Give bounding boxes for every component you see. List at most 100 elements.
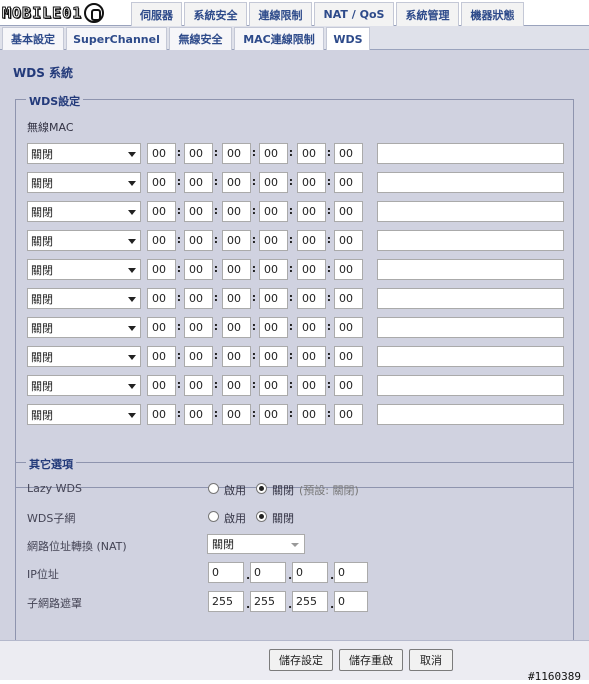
- mac-octet-1[interactable]: 00: [147, 143, 176, 164]
- mac-octet-5[interactable]: 00: [297, 375, 326, 396]
- tab-nat-qos[interactable]: NAT / QoS: [314, 2, 394, 26]
- mac-octet-4[interactable]: 00: [259, 230, 288, 251]
- mac-octet-2[interactable]: 00: [184, 172, 213, 193]
- wds-subnet-enable-radio[interactable]: [208, 511, 219, 522]
- subtab-superchannel[interactable]: SuperChannel: [66, 27, 167, 50]
- tab-server[interactable]: 伺服器: [131, 2, 182, 26]
- wds-description-input[interactable]: [377, 346, 564, 367]
- mac-octet-4[interactable]: 00: [259, 317, 288, 338]
- mac-octet-6[interactable]: 00: [334, 346, 363, 367]
- mac-octet-5[interactable]: 00: [297, 201, 326, 222]
- lazy-wds-enable-radio[interactable]: [208, 483, 219, 494]
- mac-octet-6[interactable]: 00: [334, 404, 363, 425]
- wds-mode-select[interactable]: 關閉: [27, 317, 141, 338]
- mask-octet-2[interactable]: 255: [250, 591, 286, 612]
- wds-mode-select[interactable]: 關閉: [27, 143, 141, 164]
- mask-octet-3[interactable]: 255: [292, 591, 328, 612]
- mac-octet-3[interactable]: 00: [222, 201, 251, 222]
- mac-octet-3[interactable]: 00: [222, 317, 251, 338]
- mac-octet-1[interactable]: 00: [147, 230, 176, 251]
- wds-mode-select[interactable]: 關閉: [27, 172, 141, 193]
- wds-description-input[interactable]: [377, 259, 564, 280]
- ip-octet-4[interactable]: 0: [334, 562, 368, 583]
- mac-octet-5[interactable]: 00: [297, 346, 326, 367]
- lazy-wds-disable-radio[interactable]: [256, 483, 267, 494]
- mac-octet-3[interactable]: 00: [222, 288, 251, 309]
- mac-octet-2[interactable]: 00: [184, 259, 213, 280]
- mac-octet-1[interactable]: 00: [147, 375, 176, 396]
- mac-octet-5[interactable]: 00: [297, 317, 326, 338]
- mac-octet-6[interactable]: 00: [334, 172, 363, 193]
- mac-octet-1[interactable]: 00: [147, 172, 176, 193]
- wds-description-input[interactable]: [377, 404, 564, 425]
- mac-octet-2[interactable]: 00: [184, 143, 213, 164]
- subtab-wireless-security[interactable]: 無線安全: [169, 27, 232, 50]
- mac-octet-3[interactable]: 00: [222, 375, 251, 396]
- mac-octet-4[interactable]: 00: [259, 143, 288, 164]
- mac-octet-3[interactable]: 00: [222, 172, 251, 193]
- wds-description-input[interactable]: [377, 375, 564, 396]
- mac-octet-2[interactable]: 00: [184, 317, 213, 338]
- mask-octet-1[interactable]: 255: [208, 591, 244, 612]
- save-button[interactable]: 儲存設定: [269, 649, 333, 671]
- save-restart-button[interactable]: 儲存重啟: [339, 649, 403, 671]
- mac-octet-4[interactable]: 00: [259, 259, 288, 280]
- mac-octet-2[interactable]: 00: [184, 288, 213, 309]
- wds-mode-select[interactable]: 關閉: [27, 404, 141, 425]
- mac-octet-6[interactable]: 00: [334, 230, 363, 251]
- mac-octet-6[interactable]: 00: [334, 288, 363, 309]
- mac-octet-5[interactable]: 00: [297, 259, 326, 280]
- wds-mode-select[interactable]: 關閉: [27, 288, 141, 309]
- mac-octet-1[interactable]: 00: [147, 346, 176, 367]
- tab-system-admin[interactable]: 系統管理: [396, 2, 459, 26]
- wds-description-input[interactable]: [377, 201, 564, 222]
- mac-octet-3[interactable]: 00: [222, 259, 251, 280]
- mac-octet-4[interactable]: 00: [259, 404, 288, 425]
- mac-octet-6[interactable]: 00: [334, 317, 363, 338]
- mac-octet-1[interactable]: 00: [147, 317, 176, 338]
- wds-mode-select[interactable]: 關閉: [27, 375, 141, 396]
- wds-description-input[interactable]: [377, 317, 564, 338]
- wds-mode-select[interactable]: 關閉: [27, 230, 141, 251]
- tab-system-security[interactable]: 系統安全: [184, 2, 247, 26]
- mac-octet-6[interactable]: 00: [334, 201, 363, 222]
- mac-octet-5[interactable]: 00: [297, 230, 326, 251]
- wds-mode-select[interactable]: 關閉: [27, 259, 141, 280]
- mac-octet-6[interactable]: 00: [334, 143, 363, 164]
- mac-octet-4[interactable]: 00: [259, 172, 288, 193]
- mac-octet-1[interactable]: 00: [147, 259, 176, 280]
- mac-octet-3[interactable]: 00: [222, 143, 251, 164]
- ip-octet-2[interactable]: 0: [250, 562, 286, 583]
- mac-octet-4[interactable]: 00: [259, 288, 288, 309]
- wds-description-input[interactable]: [377, 288, 564, 309]
- subtab-wds[interactable]: WDS: [326, 27, 370, 51]
- ip-octet-1[interactable]: 0: [208, 562, 244, 583]
- mac-octet-2[interactable]: 00: [184, 404, 213, 425]
- mac-octet-5[interactable]: 00: [297, 404, 326, 425]
- mac-octet-6[interactable]: 00: [334, 259, 363, 280]
- subtab-basic[interactable]: 基本設定: [2, 27, 64, 50]
- mac-octet-2[interactable]: 00: [184, 375, 213, 396]
- mac-octet-5[interactable]: 00: [297, 172, 326, 193]
- mask-octet-4[interactable]: 0: [334, 591, 368, 612]
- wds-subnet-disable-radio[interactable]: [256, 511, 267, 522]
- mac-octet-4[interactable]: 00: [259, 201, 288, 222]
- mac-octet-1[interactable]: 00: [147, 288, 176, 309]
- tab-connection-limit[interactable]: 連線限制: [249, 2, 312, 26]
- mac-octet-2[interactable]: 00: [184, 201, 213, 222]
- wds-description-input[interactable]: [377, 143, 564, 164]
- cancel-button[interactable]: 取消: [409, 649, 453, 671]
- subtab-mac-limit[interactable]: MAC連線限制: [234, 27, 324, 50]
- mac-octet-1[interactable]: 00: [147, 201, 176, 222]
- wds-mode-select[interactable]: 關閉: [27, 201, 141, 222]
- mac-octet-4[interactable]: 00: [259, 375, 288, 396]
- mac-octet-4[interactable]: 00: [259, 346, 288, 367]
- mac-octet-1[interactable]: 00: [147, 404, 176, 425]
- mac-octet-3[interactable]: 00: [222, 404, 251, 425]
- mac-octet-3[interactable]: 00: [222, 346, 251, 367]
- mac-octet-5[interactable]: 00: [297, 143, 326, 164]
- tab-device-status[interactable]: 機器狀態: [461, 2, 524, 26]
- wds-mode-select[interactable]: 關閉: [27, 346, 141, 367]
- mac-octet-5[interactable]: 00: [297, 288, 326, 309]
- ip-octet-3[interactable]: 0: [292, 562, 328, 583]
